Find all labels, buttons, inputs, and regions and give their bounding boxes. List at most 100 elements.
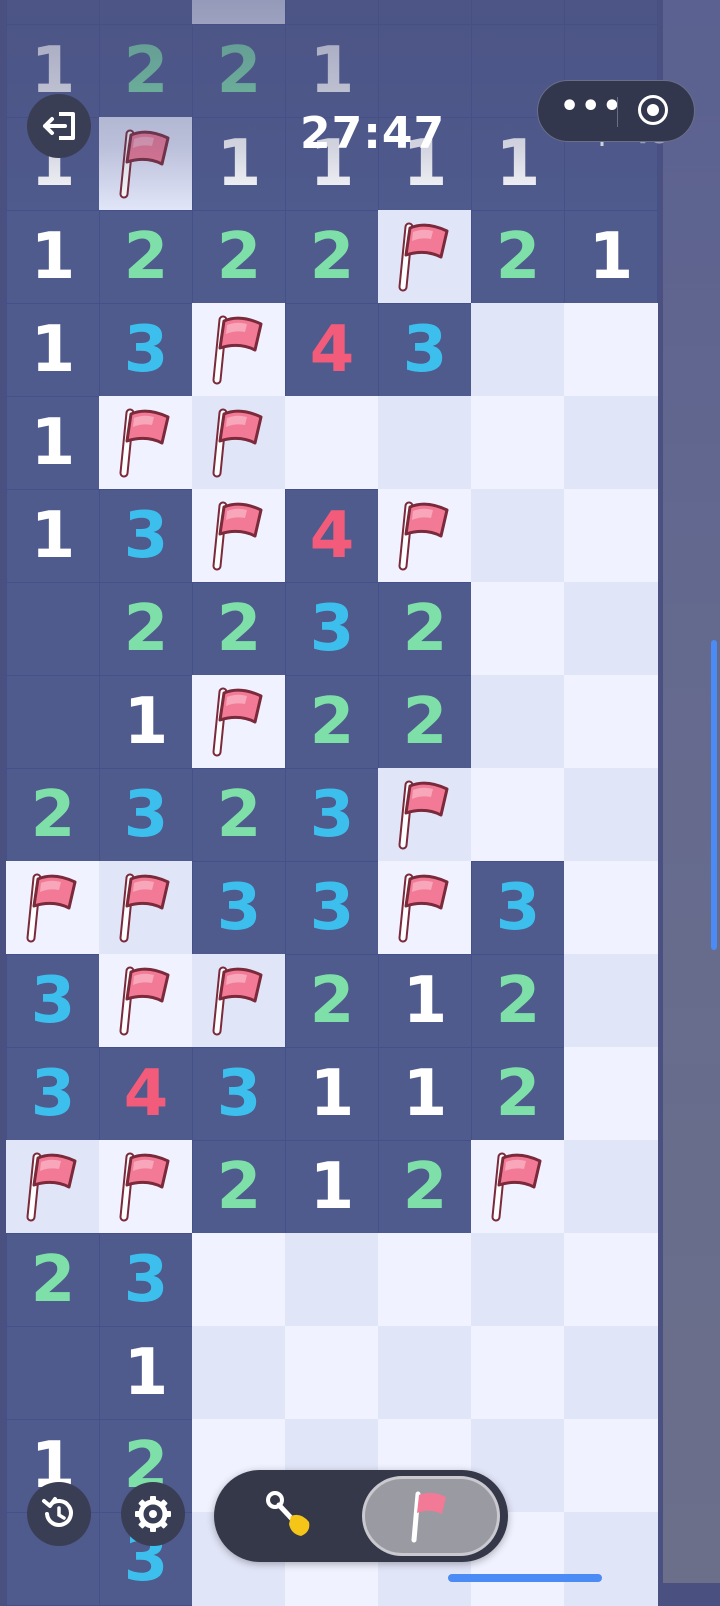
hidden-cell[interactable] xyxy=(378,1233,472,1327)
hidden-cell[interactable] xyxy=(285,1233,379,1327)
flagged-cell[interactable] xyxy=(99,954,193,1048)
hidden-cell[interactable] xyxy=(564,1512,658,1606)
revealed-cell[interactable]: 2 xyxy=(6,768,100,862)
revealed-cell[interactable]: 1 xyxy=(285,1140,379,1234)
hidden-cell[interactable] xyxy=(471,489,565,583)
revealed-cell[interactable] xyxy=(6,675,100,769)
revealed-cell[interactable]: 3 xyxy=(6,1047,100,1141)
revealed-cell[interactable]: 1 xyxy=(6,396,100,490)
flagged-cell[interactable] xyxy=(99,861,193,955)
hidden-cell[interactable] xyxy=(192,1233,286,1327)
hidden-cell[interactable] xyxy=(564,1419,658,1513)
settings-button[interactable] xyxy=(121,1482,185,1546)
hidden-cell[interactable] xyxy=(192,1326,286,1420)
revealed-cell[interactable]: 3 xyxy=(99,768,193,862)
hidden-cell[interactable] xyxy=(471,768,565,862)
flagged-cell[interactable] xyxy=(99,117,193,211)
hidden-cell[interactable] xyxy=(564,1233,658,1327)
revealed-cell[interactable]: 2 xyxy=(471,1047,565,1141)
hidden-cell[interactable] xyxy=(564,861,658,955)
revealed-cell[interactable]: 1 xyxy=(99,675,193,769)
revealed-cell[interactable]: 2 xyxy=(471,210,565,304)
more-menu-button[interactable]: ••• xyxy=(560,89,622,124)
revealed-cell[interactable]: 4 xyxy=(285,489,379,583)
flagged-cell[interactable] xyxy=(192,489,286,583)
flagged-cell[interactable] xyxy=(6,1140,100,1234)
hidden-cell[interactable] xyxy=(564,396,658,490)
flagged-cell[interactable] xyxy=(192,954,286,1048)
hidden-cell[interactable] xyxy=(564,675,658,769)
hidden-cell[interactable] xyxy=(564,768,658,862)
revealed-cell[interactable]: 3 xyxy=(192,1047,286,1141)
revealed-cell[interactable]: 2 xyxy=(285,954,379,1048)
hidden-cell[interactable] xyxy=(285,396,379,490)
revealed-cell[interactable] xyxy=(6,582,100,676)
revealed-cell[interactable]: 1 xyxy=(378,0,472,25)
flagged-cell[interactable] xyxy=(378,861,472,955)
revealed-cell[interactable]: 1 xyxy=(564,210,658,304)
revealed-cell[interactable]: 1 xyxy=(471,0,565,25)
revealed-cell[interactable]: 3 xyxy=(285,582,379,676)
flagged-cell[interactable] xyxy=(378,768,472,862)
revealed-cell[interactable]: 2 xyxy=(6,1233,100,1327)
revealed-cell[interactable]: 2 xyxy=(6,0,100,25)
revealed-cell[interactable]: 3 xyxy=(285,861,379,955)
revealed-cell[interactable]: 2 xyxy=(192,1140,286,1234)
revealed-cell[interactable]: 2 xyxy=(378,582,472,676)
hidden-cell[interactable] xyxy=(564,1326,658,1420)
revealed-cell[interactable]: 3 xyxy=(99,303,193,397)
revealed-cell[interactable] xyxy=(378,24,472,118)
target-icon[interactable] xyxy=(638,95,668,125)
revealed-cell[interactable]: 1 xyxy=(285,1047,379,1141)
flagged-cell[interactable] xyxy=(192,675,286,769)
revealed-cell[interactable]: 2 xyxy=(285,0,379,25)
flagged-cell[interactable] xyxy=(99,1140,193,1234)
revealed-cell[interactable]: 1 xyxy=(6,489,100,583)
revealed-cell[interactable]: 2 xyxy=(99,24,193,118)
hidden-cell[interactable] xyxy=(564,1047,658,1141)
revealed-cell[interactable] xyxy=(564,0,658,25)
hidden-cell[interactable] xyxy=(564,303,658,397)
dig-mode-button[interactable] xyxy=(222,1476,356,1556)
revealed-cell[interactable]: 2 xyxy=(471,954,565,1048)
revealed-cell[interactable]: 3 xyxy=(378,303,472,397)
revealed-cell[interactable]: 1 xyxy=(6,210,100,304)
hidden-cell[interactable] xyxy=(564,1140,658,1234)
flagged-cell[interactable] xyxy=(378,489,472,583)
revealed-cell[interactable]: 1 xyxy=(6,303,100,397)
hidden-cell[interactable] xyxy=(285,1326,379,1420)
revealed-cell[interactable]: 1 xyxy=(378,1047,472,1141)
flagged-cell[interactable] xyxy=(6,861,100,955)
revealed-cell[interactable]: 2 xyxy=(99,0,193,25)
revealed-cell[interactable]: 1 xyxy=(378,954,472,1048)
hidden-cell[interactable] xyxy=(564,489,658,583)
hidden-cell[interactable] xyxy=(471,1233,565,1327)
revealed-cell[interactable]: 2 xyxy=(378,1140,472,1234)
revealed-cell[interactable] xyxy=(6,1326,100,1420)
flagged-cell[interactable] xyxy=(378,210,472,304)
flagged-cell[interactable] xyxy=(99,396,193,490)
revealed-cell[interactable]: 3 xyxy=(6,954,100,1048)
revealed-cell[interactable]: 3 xyxy=(471,861,565,955)
revealed-cell[interactable]: 1 xyxy=(192,117,286,211)
hidden-cell[interactable] xyxy=(471,582,565,676)
hidden-cell[interactable] xyxy=(378,1326,472,1420)
revealed-cell[interactable]: 3 xyxy=(192,861,286,955)
flagged-cell[interactable] xyxy=(192,396,286,490)
hidden-cell[interactable] xyxy=(471,396,565,490)
flagged-cell[interactable] xyxy=(471,1140,565,1234)
exit-button[interactable] xyxy=(27,94,91,158)
revealed-cell[interactable]: 2 xyxy=(192,210,286,304)
revealed-cell[interactable]: 1 xyxy=(285,24,379,118)
revealed-cell[interactable]: 3 xyxy=(99,1233,193,1327)
revealed-cell[interactable]: 2 xyxy=(192,582,286,676)
hidden-cell[interactable] xyxy=(564,954,658,1048)
revealed-cell[interactable]: 3 xyxy=(99,489,193,583)
hidden-cell[interactable] xyxy=(471,303,565,397)
flag-mode-button[interactable] xyxy=(362,1476,500,1556)
revealed-cell[interactable]: 3 xyxy=(285,768,379,862)
scrollbar-thumb[interactable] xyxy=(711,640,717,950)
revealed-cell[interactable]: 2 xyxy=(192,24,286,118)
revealed-cell[interactable]: 2 xyxy=(378,675,472,769)
revealed-cell[interactable]: 2 xyxy=(192,768,286,862)
